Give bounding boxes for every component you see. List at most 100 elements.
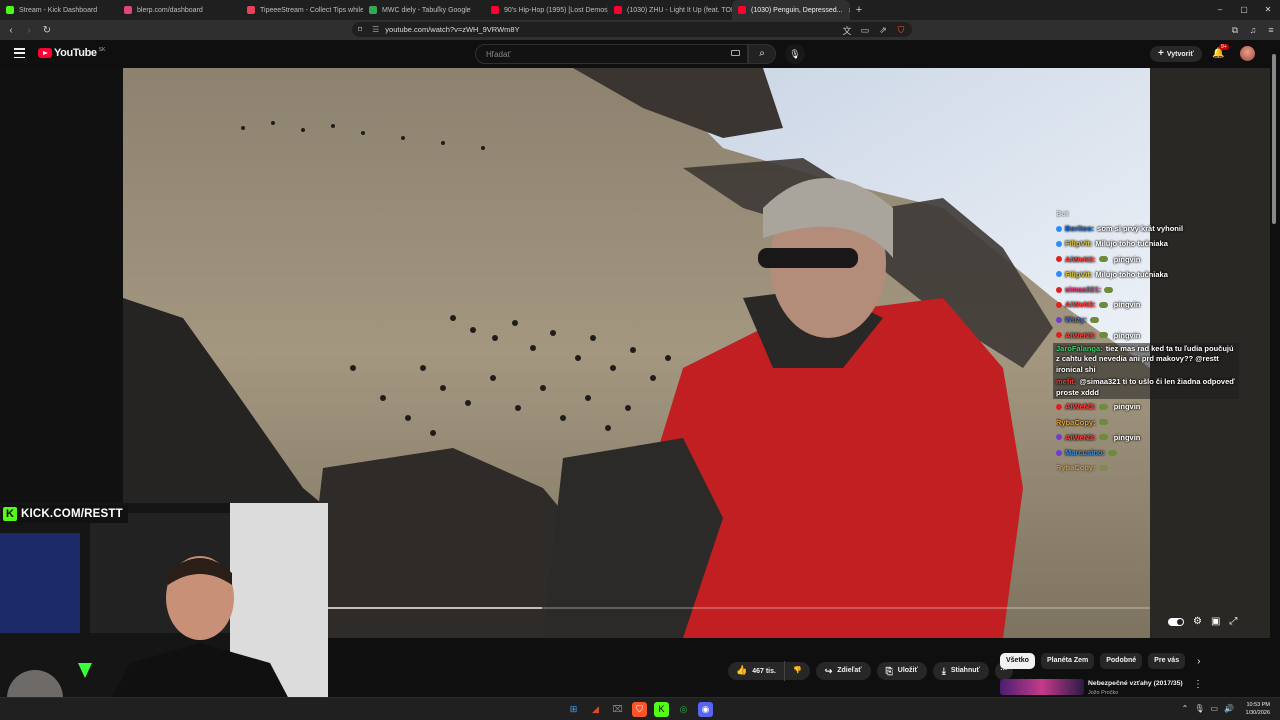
- address-bar[interactable]: ⌑ ☰ youtube.com/watch?v=zWH_9VRWm8Y: [352, 22, 912, 37]
- microphone-tray-icon[interactable]: 🎙: [1194, 704, 1204, 713]
- avatar[interactable]: [1240, 46, 1255, 61]
- menu-icon[interactable]: ≡: [1262, 25, 1280, 35]
- page-scrollbar[interactable]: [1271, 48, 1277, 688]
- youtube-header: YouTube SK Hľadať ⌕ 🎙 + Vytvoriť 🔔 9+: [0, 40, 1280, 68]
- like-dislike-group: 👍 467 tis. 👎: [728, 661, 810, 681]
- player-controls-right: ⚙ ▣ ⤢: [1168, 616, 1237, 627]
- chat-username: Boritoo:: [1065, 224, 1095, 234]
- site-info-icon[interactable]: ☰: [372, 25, 379, 34]
- back-icon[interactable]: ‹: [4, 25, 18, 36]
- dislike-button[interactable]: 👎: [785, 662, 810, 680]
- recommendation-channel[interactable]: Jožo Pročko: [1088, 690, 1118, 696]
- system-tray: ⌃ 🎙 ▭ 🔊: [1182, 704, 1234, 713]
- filter-chip[interactable]: Podobné: [1100, 653, 1143, 669]
- filter-chip[interactable]: Planéta Zem: [1040, 653, 1095, 669]
- chat-username: mefit:: [1056, 377, 1077, 387]
- tab-label: 90's Hip-Hop (1995) [Lost Demos] 8: [504, 6, 608, 14]
- volume-icon[interactable]: 🔊: [1224, 704, 1234, 713]
- chat-emote-icon: [1098, 464, 1108, 471]
- monitor-icon[interactable]: ▭: [1210, 704, 1218, 713]
- windows-start-icon[interactable]: ⊞: [566, 702, 581, 717]
- recommendation-title[interactable]: Nebezpečné vzťahy (2017/35): [1088, 680, 1183, 687]
- brave-shield-icon[interactable]: ⛉: [892, 25, 910, 36]
- brave-browser-icon[interactable]: ⛉: [632, 702, 647, 717]
- scrollbar-thumb[interactable]: [1272, 54, 1276, 224]
- chat-message: AiWeN3: pingvin: [1056, 328, 1236, 343]
- extensions-icon[interactable]: ⧉: [1226, 25, 1244, 36]
- browser-tab[interactable]: (1030) ZHU - Light It Up (feat. TOKiY: [608, 0, 732, 20]
- filter-chip[interactable]: Všetko: [1000, 653, 1035, 669]
- kick-app-icon[interactable]: K: [654, 702, 669, 717]
- forward-icon[interactable]: ›: [22, 25, 36, 36]
- bookmark-icon[interactable]: ⌑: [358, 25, 362, 34]
- like-button[interactable]: 👍 467 tis.: [728, 661, 785, 681]
- download-button[interactable]: ⤓ Stiahnuť: [932, 662, 989, 680]
- close-tab-icon[interactable]: ×: [842, 6, 850, 15]
- chat-emote-icon: [1098, 256, 1108, 263]
- taskbar-clock[interactable]: 10:53 PM 1/30/2026: [1246, 701, 1270, 717]
- notifications-button[interactable]: 🔔 9+: [1212, 44, 1229, 59]
- microphone-icon: 🎙: [789, 49, 801, 59]
- browser-tab[interactable]: blerp.com/dashboard: [118, 0, 241, 20]
- fullscreen-icon[interactable]: ⤢: [1229, 616, 1237, 627]
- share-icon[interactable]: ⇗: [874, 25, 892, 36]
- discord-icon[interactable]: ◉: [698, 702, 713, 717]
- chat-message: JaroFalanga: tiez mas rad ked ta tu ľudia…: [1053, 342, 1239, 377]
- tab-label: Stream - Kick Dashboard: [19, 6, 98, 14]
- browser-tab[interactable]: 90's Hip-Hop (1995) [Lost Demos] 8: [485, 0, 608, 20]
- tab-favicon-icon: [369, 6, 377, 14]
- new-tab-button[interactable]: +: [850, 4, 868, 16]
- settings-gear-icon[interactable]: ⚙: [1193, 616, 1202, 627]
- app-icon-2[interactable]: ⌧: [610, 702, 625, 717]
- hamburger-menu-icon[interactable]: [14, 48, 25, 59]
- chat-username: JaroFalanga:: [1056, 343, 1103, 353]
- chat-username: AiWeN3:: [1065, 432, 1096, 442]
- create-button[interactable]: + Vytvoriť: [1150, 46, 1202, 62]
- chat-message: AiWeN3: pingvin: [1056, 430, 1236, 445]
- chat-emote-icon: [1089, 317, 1099, 324]
- chat-badge-icon: [1056, 332, 1062, 339]
- close-window-button[interactable]: ✕: [1256, 0, 1280, 20]
- keyboard-icon[interactable]: [731, 50, 740, 56]
- chat-message: RybaCopy:: [1056, 460, 1236, 475]
- recommendation-thumbnail[interactable]: [1000, 679, 1084, 695]
- chat-badge-icon: [1056, 286, 1062, 293]
- thumbs-up-icon: 👍: [736, 665, 748, 675]
- app-icon-1[interactable]: ◢: [588, 702, 603, 717]
- recommendation-more-icon[interactable]: ⋮: [1193, 679, 1203, 690]
- maximize-button[interactable]: ▢: [1232, 0, 1256, 20]
- chat-message: FilipVit: Milujo toho tučniaka: [1056, 267, 1236, 282]
- tab-label: blerp.com/dashboard: [137, 6, 203, 14]
- voice-search-button[interactable]: 🎙: [785, 44, 805, 64]
- browser-tab[interactable]: TipeeeStream - Collect Tips while yo: [241, 0, 363, 20]
- search-button[interactable]: ⌕: [748, 44, 776, 64]
- chat-emote-icon: [1098, 301, 1108, 308]
- media-icon[interactable]: ♫: [1244, 25, 1262, 35]
- chat-message: AiWeN3: pingvin: [1056, 252, 1236, 267]
- minimize-button[interactable]: –: [1208, 0, 1232, 20]
- autoplay-toggle[interactable]: [1168, 617, 1184, 626]
- chat-text: @simaa321 ti to ušlo či len žiadna odpov…: [1056, 377, 1235, 397]
- miniplayer-icon[interactable]: ▣: [1211, 616, 1220, 627]
- tray-overflow-icon[interactable]: ⌃: [1182, 704, 1189, 713]
- translate-icon[interactable]: 文: [838, 24, 856, 37]
- browser-tab[interactable]: Stream - Kick Dashboard: [0, 0, 118, 20]
- tab-label: TipeeeStream - Collect Tips while yo: [260, 6, 363, 14]
- chat-emote-icon: [1098, 434, 1108, 441]
- filter-chip[interactable]: Pre vás: [1148, 653, 1186, 669]
- video-progress-bar[interactable]: [328, 607, 1150, 609]
- search-input[interactable]: Hľadať: [475, 44, 748, 64]
- tab-favicon-icon: [738, 6, 746, 14]
- chrome-icon[interactable]: ◎: [676, 702, 691, 717]
- youtube-logo[interactable]: YouTube SK: [38, 47, 105, 59]
- save-button[interactable]: ⎘ Uložiť: [876, 662, 927, 680]
- share-button[interactable]: ↪ Zdieľať: [815, 662, 871, 680]
- browser-tab[interactable]: MWC diely - Tabuľky Google: [363, 0, 485, 20]
- chips-next-icon[interactable]: ›: [1197, 656, 1200, 667]
- stream-chat-overlay: Bot Boritoo: som si prvý krát vyhonil Filip…: [1053, 206, 1239, 475]
- cast-icon[interactable]: ▭: [856, 25, 874, 36]
- browser-tab[interactable]: (1030) Penguin, Depressed...×: [732, 0, 850, 20]
- chat-badge-icon: [1056, 225, 1062, 232]
- chat-username: AiWeN3:: [1065, 402, 1096, 412]
- reload-icon[interactable]: ↻: [40, 25, 54, 36]
